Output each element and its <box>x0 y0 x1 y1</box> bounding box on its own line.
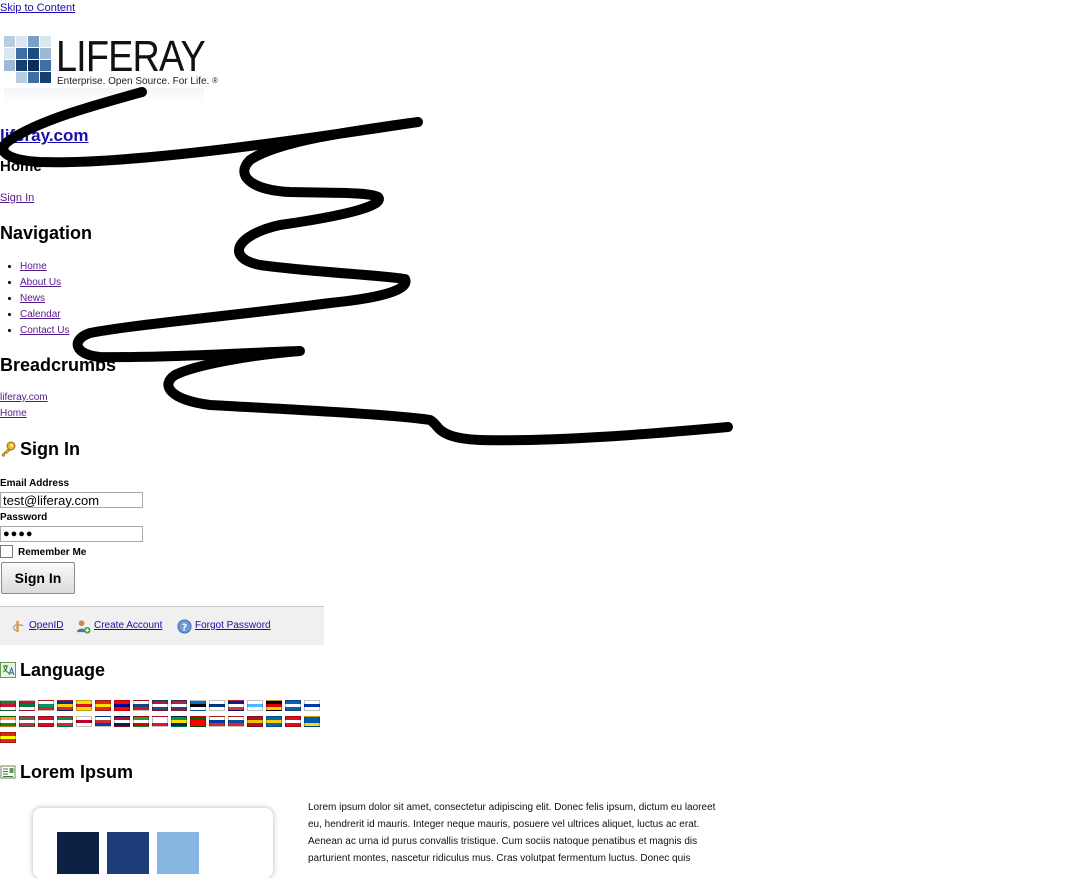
lorem-line: Aenean ac urna id purus convallis tristi… <box>308 836 698 847</box>
sign-in-title-text: Sign In <box>20 439 80 459</box>
sign-in-portlet-title: Sign In <box>0 439 80 460</box>
language-flag-icon[interactable] <box>152 700 168 711</box>
navigation-menu: Home About Us News Calendar Contact Us <box>0 259 69 339</box>
breadcrumb-liferay[interactable]: liferay.com <box>0 392 48 403</box>
nav-item-about-us: About Us <box>20 275 69 291</box>
language-flag-icon[interactable] <box>133 716 149 727</box>
image-square-dark <box>57 832 99 874</box>
nav-link-calendar[interactable]: Calendar <box>20 309 61 320</box>
image-square-medium <box>107 832 149 874</box>
language-flag-icon[interactable] <box>19 716 35 727</box>
language-portlet-title: Language <box>0 660 105 681</box>
logo-squares-icon <box>4 36 52 84</box>
navigation-heading: Navigation <box>0 223 93 243</box>
language-flag-icon[interactable] <box>76 700 92 711</box>
registered-mark: ® <box>212 76 218 85</box>
language-flag-icon[interactable] <box>266 700 282 711</box>
password-label: Password <box>0 512 48 523</box>
journal-content-icon <box>0 765 16 779</box>
site-name-link[interactable]: liferay.com <box>0 126 89 146</box>
language-flag-icon[interactable] <box>190 716 206 727</box>
add-user-icon <box>76 620 91 634</box>
logo-wordmark: LIFERAY <box>56 32 206 81</box>
language-flag-icon[interactable] <box>171 716 187 727</box>
language-flag-icon[interactable] <box>133 700 149 711</box>
language-flag-icon[interactable] <box>266 716 282 727</box>
language-icon <box>0 662 16 678</box>
language-flag-icon[interactable] <box>114 700 130 711</box>
lorem-line: eu, hendrerit id mauris. Integer neque m… <box>308 819 700 830</box>
language-flag-icon[interactable] <box>228 700 244 711</box>
lorem-line: Lorem ipsum dolor sit amet, consectetur … <box>308 802 716 813</box>
nav-link-contact-us[interactable]: Contact Us <box>20 325 69 336</box>
language-flag-icon[interactable] <box>247 716 263 727</box>
nav-item-home: Home <box>20 259 69 275</box>
lorem-line: parturient montes, nascetur ridiculus mu… <box>308 853 691 864</box>
openid-icon <box>12 620 24 633</box>
lorem-ipsum-body: Lorem ipsum dolor sit amet, consectetur … <box>308 799 748 867</box>
language-flag-icon[interactable] <box>304 716 320 727</box>
nav-item-calendar: Calendar <box>20 307 69 323</box>
email-label: Email Address <box>0 478 70 489</box>
language-flag-icon[interactable] <box>57 700 73 711</box>
language-flag-icon[interactable] <box>190 700 206 711</box>
language-flag-icon[interactable] <box>0 700 16 711</box>
breadcrumb-home[interactable]: Home <box>0 408 27 419</box>
sign-in-button[interactable]: Sign In <box>1 562 75 594</box>
lorem-ipsum-portlet-title: Lorem Ipsum <box>0 762 133 783</box>
create-account-link[interactable]: Create Account <box>94 620 162 631</box>
content-image-card <box>33 808 273 878</box>
logo-tagline-text: Enterprise. Open Source. For Life. <box>57 76 210 87</box>
nav-link-home[interactable]: Home <box>20 261 47 272</box>
language-flag-icon[interactable] <box>228 716 244 727</box>
language-flag-icon[interactable] <box>38 716 54 727</box>
breadcrumbs-heading: Breadcrumbs <box>0 355 117 375</box>
key-icon <box>1 441 16 457</box>
language-title-text: Language <box>20 660 106 680</box>
language-flag-icon[interactable] <box>114 716 130 727</box>
svg-text:?: ? <box>182 622 187 633</box>
language-flag-icon[interactable] <box>76 716 92 727</box>
lorem-ipsum-title-text: Lorem Ipsum <box>20 762 134 782</box>
language-flag-icon[interactable] <box>0 732 16 743</box>
language-flag-icon[interactable] <box>209 700 225 711</box>
nav-item-contact-us: Contact Us <box>20 323 69 339</box>
language-flag-icon[interactable] <box>0 716 16 727</box>
image-square-light <box>157 832 199 874</box>
language-flag-icon[interactable] <box>152 716 168 727</box>
remember-me-label: Remember Me <box>18 547 87 558</box>
nav-item-news: News <box>20 291 69 307</box>
language-flag-icon[interactable] <box>95 700 111 711</box>
scribble-stroke <box>0 87 733 446</box>
nav-link-about-us[interactable]: About Us <box>20 277 61 288</box>
email-field[interactable] <box>0 492 143 508</box>
remember-me-checkbox[interactable] <box>0 545 13 558</box>
language-flag-icon[interactable] <box>38 700 54 711</box>
language-flag-icon[interactable] <box>95 716 111 727</box>
language-flag-icon[interactable] <box>19 700 35 711</box>
language-flag-icon[interactable] <box>285 716 301 727</box>
logo-tagline: Enterprise. Open Source. For Life. ® <box>57 76 218 87</box>
forgot-password-link[interactable]: Forgot Password <box>195 620 271 631</box>
liferay-logo[interactable]: LIFERAY Enterprise. Open Source. For Lif… <box>0 32 218 104</box>
skip-to-content-link[interactable]: Skip to Content <box>0 2 75 14</box>
password-field[interactable]: ●●●● <box>0 526 143 542</box>
language-flag-icon[interactable] <box>285 700 301 711</box>
language-flag-icon[interactable] <box>209 716 225 727</box>
sign-in-link[interactable]: Sign In <box>0 192 34 204</box>
sign-in-links-bar: OpenID Create Account ? Forgot Password <box>0 606 324 645</box>
language-flag-icon[interactable] <box>247 700 263 711</box>
page-title: Home <box>0 158 42 175</box>
nav-link-news[interactable]: News <box>20 293 45 304</box>
language-flag-icon[interactable] <box>171 700 187 711</box>
scribble-annotation <box>0 87 733 446</box>
openid-link[interactable]: OpenID <box>29 620 63 631</box>
language-flag-icon[interactable] <box>304 700 320 711</box>
language-flag-icon[interactable] <box>57 716 73 727</box>
logo-reflection <box>4 88 204 104</box>
help-icon: ? <box>177 619 192 634</box>
